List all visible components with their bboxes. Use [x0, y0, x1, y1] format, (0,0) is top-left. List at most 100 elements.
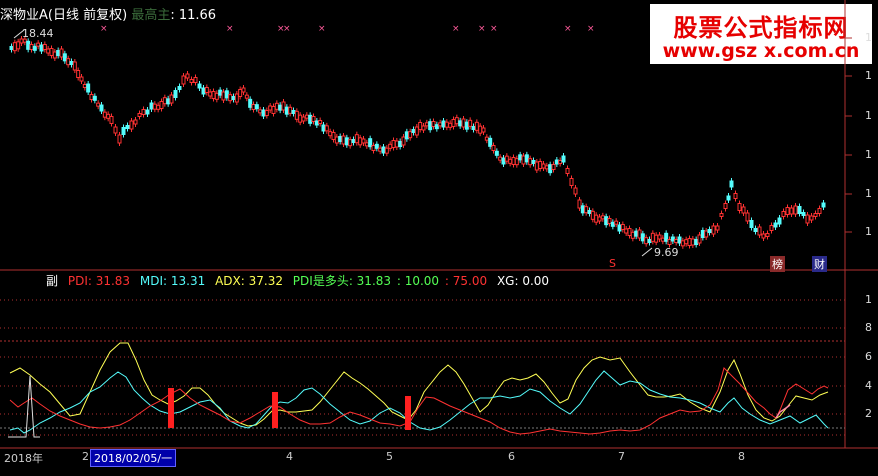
price-tick-label: 1 — [865, 148, 872, 161]
candle-body — [584, 206, 589, 214]
candle-body — [76, 70, 81, 78]
ranking-badge[interactable]: 榜 — [770, 256, 785, 272]
candle-body — [86, 83, 91, 93]
signal-bar — [272, 392, 278, 428]
candle-body — [624, 228, 629, 234]
candle-body — [133, 119, 138, 125]
candle-body — [534, 161, 539, 171]
candle-body — [324, 125, 329, 132]
candle-body — [418, 122, 423, 130]
candle-body — [26, 40, 31, 50]
candle-body — [677, 236, 682, 244]
candle-body — [508, 158, 513, 164]
candle-body — [145, 109, 150, 115]
candle-body — [241, 87, 246, 93]
candle-body — [311, 116, 316, 122]
candle-body — [12, 42, 17, 52]
candle-body — [113, 126, 118, 134]
chart-canvas[interactable]: × × × × × × × × × × — [0, 0, 878, 476]
candle-body — [630, 231, 635, 239]
high-price-label: 18.44 — [22, 27, 54, 40]
candle-body — [604, 216, 609, 226]
candle-body — [733, 193, 738, 199]
event-marker: × — [564, 24, 572, 34]
candle-body — [424, 122, 429, 127]
candle-body — [201, 87, 206, 95]
candle-body — [102, 111, 107, 118]
candle-body — [404, 131, 409, 140]
candle-body — [384, 147, 389, 154]
candle-body — [634, 230, 639, 237]
candle-body — [141, 109, 146, 115]
candle-body — [56, 50, 61, 56]
candle-body — [137, 113, 142, 117]
finance-badge[interactable]: 财 — [812, 256, 827, 272]
candle-body — [109, 116, 114, 124]
candle-body — [464, 121, 469, 130]
candle-body — [121, 127, 126, 135]
candle-body — [561, 155, 566, 163]
candle-body — [797, 206, 802, 214]
pdi-line — [9, 367, 829, 435]
event-marker: × — [283, 24, 291, 34]
candle-body — [268, 105, 273, 111]
date-month-label: 6 — [508, 450, 515, 463]
candle-body — [159, 101, 164, 109]
candle-body — [745, 212, 750, 222]
candle-body — [454, 117, 459, 125]
candle-body — [129, 120, 134, 130]
mdi-line — [9, 370, 829, 434]
candle-body — [411, 129, 416, 133]
candle-body — [558, 160, 563, 164]
candle-body — [391, 140, 396, 148]
candle-body — [318, 120, 323, 124]
candle-body — [541, 163, 546, 169]
candle-body — [801, 212, 806, 216]
candle-body — [697, 234, 702, 244]
low-pointer — [641, 247, 653, 257]
candle-body — [66, 58, 71, 66]
candle-body — [773, 222, 778, 228]
candle-body — [711, 225, 716, 235]
candle-body — [647, 239, 652, 243]
candle-body — [729, 180, 734, 188]
selected-date-box[interactable]: 2018/02/05/一 — [90, 449, 177, 467]
candle-body — [398, 141, 403, 147]
candle-body — [431, 121, 436, 127]
candle-body — [548, 164, 553, 174]
candle-body — [334, 136, 339, 144]
candle-body — [817, 208, 822, 214]
candle-body — [421, 125, 426, 131]
candle-body — [9, 46, 14, 50]
candle-body — [408, 131, 413, 139]
candle-body — [185, 73, 190, 79]
candle-body — [321, 124, 326, 132]
candle-body — [62, 53, 67, 62]
date-axis[interactable]: 2018年 2 2018/02/05/一 4 5 6 7 8 — [0, 448, 878, 468]
candle-body — [551, 164, 556, 170]
candle-body — [52, 51, 57, 59]
candle-body — [474, 121, 479, 131]
indicator-label: 副 — [46, 274, 59, 288]
candle-body — [614, 220, 619, 225]
candle-body — [723, 203, 728, 209]
candle-body — [348, 139, 353, 147]
candle-body — [328, 131, 333, 137]
date-month-label: 2 — [82, 450, 89, 463]
candle-body — [29, 44, 34, 50]
candle-body — [361, 138, 366, 144]
candle-body — [491, 145, 496, 151]
price-tick-label: 1 — [865, 31, 872, 44]
candle-body — [401, 136, 406, 146]
candle-body — [42, 44, 47, 50]
candle-body — [308, 114, 313, 124]
candle-body — [594, 214, 599, 223]
candle-body — [694, 239, 699, 245]
candle-body — [573, 187, 578, 195]
candle-body — [231, 96, 236, 100]
candle-body — [284, 106, 289, 115]
candle-body — [228, 94, 233, 102]
candle-body — [278, 104, 283, 111]
sell-badge[interactable]: S — [607, 257, 618, 270]
candle-body — [371, 145, 376, 151]
